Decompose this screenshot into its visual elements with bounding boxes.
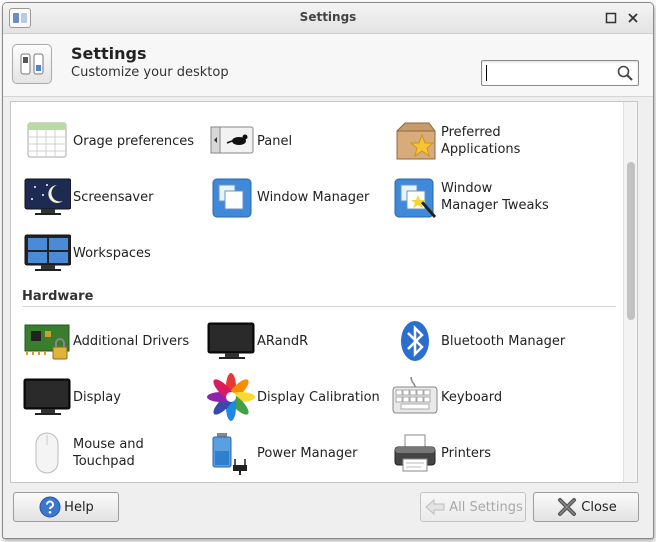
window-manager-tweaks-icon bbox=[391, 173, 439, 221]
item-label: Display Calibration bbox=[257, 389, 380, 405]
item-label: Power Manager bbox=[257, 445, 358, 461]
item-label: Mouse and Touchpad bbox=[73, 437, 144, 469]
item-label: Workspaces bbox=[73, 245, 151, 261]
settings-window: Settings Settings Customize your desktop bbox=[2, 2, 654, 539]
item-label: Screensaver bbox=[73, 189, 154, 205]
item-label: Keyboard bbox=[441, 389, 503, 405]
text-cursor bbox=[486, 65, 487, 81]
display-item[interactable]: Display bbox=[23, 373, 121, 421]
window-manager-tweaks-item[interactable]: Window Manager Tweaks bbox=[391, 173, 551, 221]
help-icon bbox=[38, 495, 62, 519]
item-label: Display bbox=[73, 389, 121, 405]
item-label: Additional Drivers bbox=[73, 333, 190, 349]
section-divider bbox=[22, 306, 616, 307]
item-label: Printers bbox=[441, 445, 492, 461]
display-calibration-icon bbox=[207, 373, 255, 421]
mouse-and-touchpad-item[interactable]: Mouse and Touchpad bbox=[23, 429, 153, 477]
keyboard-icon bbox=[391, 373, 439, 421]
printer-icon bbox=[391, 429, 439, 477]
title-bar[interactable]: Settings bbox=[3, 3, 653, 34]
scrollbar-thumb[interactable] bbox=[627, 162, 635, 320]
item-label: Window Manager Tweaks bbox=[441, 181, 549, 213]
settings-app-icon bbox=[12, 44, 52, 84]
additional-drivers-icon bbox=[23, 317, 71, 365]
workspaces-icon bbox=[23, 229, 72, 277]
bluetooth-manager-item[interactable]: Bluetooth Manager bbox=[391, 317, 565, 365]
item-label: Preferred Applications bbox=[441, 125, 521, 157]
close-window-button[interactable] bbox=[623, 8, 643, 28]
vertical-scrollbar[interactable] bbox=[623, 102, 637, 482]
all-settings-label: All Settings bbox=[449, 499, 523, 515]
header: Settings Customize your desktop bbox=[3, 34, 653, 97]
item-label: Panel bbox=[257, 133, 293, 149]
workspaces-item[interactable]: Workspaces bbox=[23, 229, 151, 277]
mouse-icon bbox=[23, 429, 71, 477]
bluetooth-icon bbox=[391, 317, 439, 365]
close-icon bbox=[555, 495, 579, 519]
display-calibration-item[interactable]: Display Calibration bbox=[207, 373, 380, 421]
section-title-hardware: Hardware bbox=[22, 289, 94, 304]
search-box[interactable] bbox=[481, 60, 639, 86]
item-label: ARandR bbox=[257, 333, 309, 349]
orage-preferences-item[interactable]: Orage preferences bbox=[23, 117, 194, 165]
panel-icon bbox=[207, 117, 255, 165]
help-label: Help bbox=[64, 499, 94, 515]
search-icon[interactable] bbox=[616, 64, 634, 82]
calendar-icon bbox=[23, 117, 71, 165]
screensaver-icon bbox=[23, 173, 72, 221]
item-label: Window Manager bbox=[257, 189, 370, 205]
help-button[interactable]: Help bbox=[13, 492, 119, 522]
keyboard-item[interactable]: Keyboard bbox=[391, 373, 502, 421]
power-manager-item[interactable]: Power Manager bbox=[207, 429, 357, 477]
display-icon bbox=[23, 373, 71, 421]
additional-drivers-item[interactable]: Additional Drivers bbox=[23, 317, 189, 365]
page-title: Settings bbox=[71, 44, 147, 63]
all-settings-button[interactable]: All Settings bbox=[420, 492, 526, 522]
page-subtitle: Customize your desktop bbox=[71, 65, 229, 80]
window-manager-icon bbox=[207, 173, 255, 221]
window-manager-item[interactable]: Window Manager bbox=[207, 173, 369, 221]
arandr-item[interactable]: ARandR bbox=[207, 317, 308, 365]
close-label: Close bbox=[581, 499, 617, 515]
maximize-button[interactable] bbox=[601, 8, 621, 28]
search-input[interactable] bbox=[486, 63, 614, 85]
close-button[interactable]: Close bbox=[533, 492, 639, 522]
preferred-applications-item[interactable]: Preferred Applications bbox=[391, 117, 531, 165]
arandr-icon bbox=[207, 317, 255, 365]
preferred-applications-icon bbox=[391, 117, 439, 165]
panel-item[interactable]: Panel bbox=[207, 117, 292, 165]
printers-item[interactable]: Printers bbox=[391, 429, 491, 477]
item-label: Bluetooth Manager bbox=[441, 333, 566, 349]
settings-list[interactable]: Orage preferences Panel Preferred Applic… bbox=[10, 101, 638, 483]
item-label: Orage preferences bbox=[73, 133, 195, 149]
screensaver-item[interactable]: Screensaver bbox=[23, 173, 153, 221]
window-title: Settings bbox=[299, 10, 357, 24]
back-arrow-icon bbox=[423, 495, 447, 519]
power-manager-icon bbox=[207, 429, 255, 477]
